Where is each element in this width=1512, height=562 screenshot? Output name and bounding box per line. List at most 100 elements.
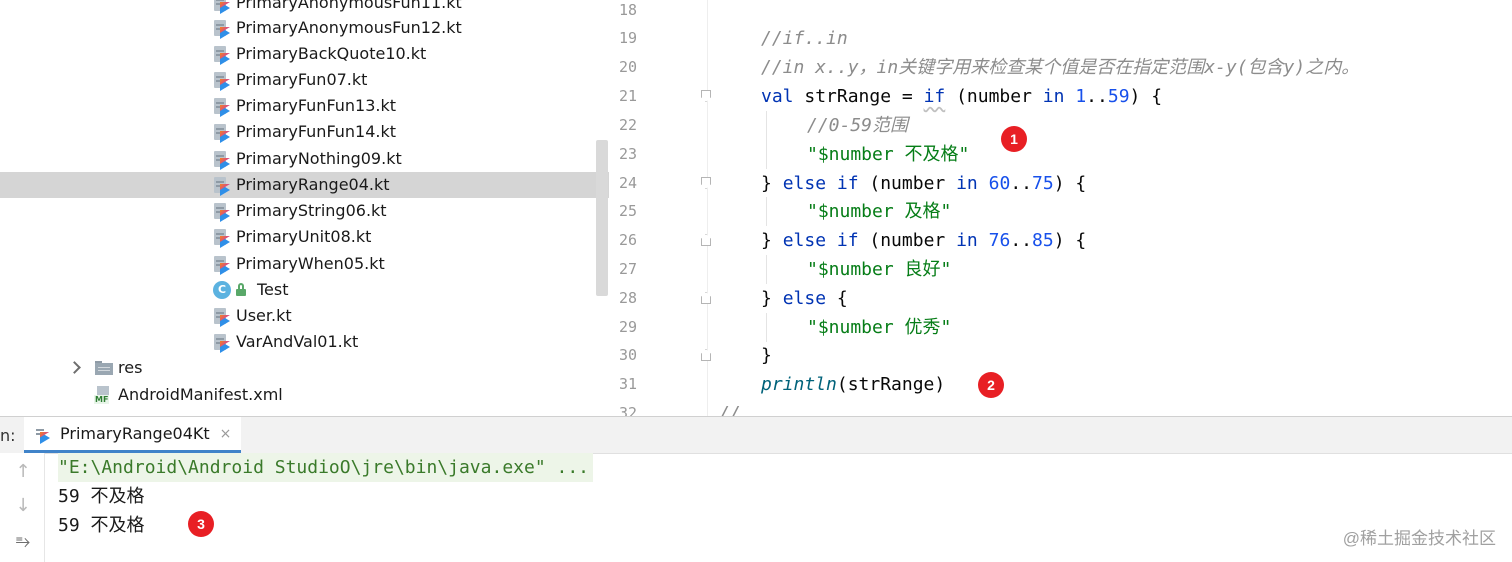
kotlin-file-icon (214, 229, 232, 248)
tree-item-test[interactable]: C Test (0, 277, 609, 303)
soft-wrap-icon[interactable]: ⥱ (10, 529, 36, 555)
tree-item-androidmanifest[interactable]: MF AndroidManifest.xml (0, 382, 609, 408)
tree-item-primaryfunfun14[interactable]: PrimaryFunFun14.kt (0, 119, 609, 145)
fold-start-icon[interactable] (701, 177, 711, 189)
tree-item-primaryfunfun13[interactable]: PrimaryFunFun13.kt (0, 93, 609, 119)
indent-guide (766, 111, 767, 169)
tree-item-primarybackquote10[interactable]: PrimaryBackQuote10.kt (0, 41, 609, 67)
console-output-line: 59 不及格 (58, 486, 145, 507)
code-line-30: } (761, 345, 772, 366)
class-icon: C (213, 281, 231, 299)
tree-item-label: PrimaryUnit08.kt (236, 227, 372, 246)
tree-item-label: PrimaryString06.kt (236, 201, 387, 220)
kotlin-run-icon (34, 425, 52, 444)
kotlin-file-icon (214, 256, 232, 275)
tree-item-label: VarAndVal01.kt (236, 332, 359, 351)
code-editor[interactable]: 18 19 20 21 22 23 24 25 26 27 28 29 30 3… (609, 0, 1512, 416)
kotlin-file-icon (214, 46, 232, 65)
code-line-28: } else { (761, 288, 848, 309)
tree-item-label: PrimaryBackQuote10.kt (236, 44, 427, 63)
code-line-21: val strRange = if (number in 1..59) { (761, 86, 1163, 107)
line-number: 20 (618, 58, 637, 76)
line-number: 28 (618, 289, 637, 307)
tree-item-label: PrimaryWhen05.kt (236, 254, 385, 273)
tree-item-varandval01[interactable]: VarAndVal01.kt (0, 329, 609, 355)
tree-item-primarywhen05[interactable]: PrimaryWhen05.kt (0, 251, 609, 277)
code-line-19: //if..in (761, 28, 848, 49)
line-number: 32 (618, 404, 637, 416)
line-number: 26 (618, 231, 637, 249)
line-number: 24 (618, 174, 637, 192)
arrow-up-icon[interactable]: ↑ (10, 459, 36, 485)
tree-item-label: PrimaryFunFun14.kt (236, 122, 397, 141)
kotlin-file-icon (214, 124, 232, 143)
code-line-23: "$number 不及格" (807, 144, 970, 165)
kotlin-file-icon (214, 151, 232, 170)
console-output-line: 59 不及格 (58, 515, 145, 536)
kotlin-file-icon (214, 203, 232, 222)
tree-item-primaryrange04[interactable]: PrimaryRange04.kt (0, 172, 609, 198)
fold-end-icon[interactable] (701, 349, 711, 361)
arrow-down-icon[interactable]: ↓ (10, 493, 36, 519)
kotlin-file-icon (214, 308, 232, 327)
tree-item-label: AndroidManifest.xml (118, 385, 283, 404)
line-number: 18 (618, 1, 637, 19)
line-number: 21 (618, 87, 637, 105)
tree-item-label: PrimaryRange04.kt (236, 175, 390, 194)
indent-guide (766, 255, 767, 284)
tree-item-user[interactable]: User.kt (0, 303, 609, 329)
line-number: 30 (618, 346, 637, 364)
fold-end-icon[interactable] (701, 234, 711, 246)
run-tab-label: PrimaryRange04Kt (60, 424, 210, 443)
tree-item-primaryanonymousfun11[interactable]: PrimaryAnonymousFun11.kt (0, 0, 609, 16)
kotlin-file-icon (214, 334, 232, 353)
folder-icon (95, 361, 113, 375)
console-command-line: "E:\Android\Android StudioO\jre\bin\java… (58, 453, 594, 482)
line-number-gutter: 18 19 20 21 22 23 24 25 26 27 28 29 30 3… (609, 0, 708, 416)
line-number: 31 (618, 375, 637, 393)
tree-item-primaryunit08[interactable]: PrimaryUnit08.kt (0, 224, 609, 250)
kotlin-file-icon (214, 98, 232, 117)
code-line-22: //0-59范围 (807, 115, 909, 136)
line-number: 23 (618, 145, 637, 163)
lock-icon (235, 283, 249, 297)
tree-item-label: Test (257, 280, 289, 299)
annotation-badge-1: 1 (1001, 126, 1027, 152)
annotation-badge-2: 2 (978, 372, 1004, 398)
close-icon[interactable]: × (220, 426, 232, 442)
code-line-26: } else if (number in 76..85) { (761, 230, 1087, 251)
indent-guide (766, 313, 767, 342)
run-tab-bar: n: PrimaryRange04Kt × (0, 417, 1512, 454)
tree-item-primarynothing09[interactable]: PrimaryNothing09.kt (0, 146, 609, 172)
tree-item-label: res (118, 358, 143, 377)
manifest-file-icon: MF (94, 386, 112, 404)
tree-item-label: PrimaryNothing09.kt (236, 149, 402, 168)
fold-start-icon[interactable] (701, 90, 711, 102)
code-line-32: // (719, 403, 741, 416)
kotlin-file-icon (214, 20, 232, 39)
tree-item-res[interactable]: res (0, 355, 609, 381)
indent-guide (766, 197, 767, 226)
tree-item-primaryanonymousfun12[interactable]: PrimaryAnonymousFun12.kt (0, 15, 609, 41)
tree-item-label: PrimaryAnonymousFun11.kt (236, 0, 462, 12)
line-number: 29 (618, 318, 637, 336)
tree-item-label: PrimaryFunFun13.kt (236, 96, 397, 115)
annotation-badge-3: 3 (188, 511, 214, 537)
tree-item-primarystring06[interactable]: PrimaryString06.kt (0, 198, 609, 224)
run-toolbar: ↑ ↓ ⥱ (0, 453, 45, 562)
run-tab[interactable]: PrimaryRange04Kt × (24, 417, 242, 453)
code-line-25: "$number 及格" (807, 201, 952, 222)
tree-item-primaryfun07[interactable]: PrimaryFun07.kt (0, 67, 609, 93)
line-number: 19 (618, 29, 637, 47)
code-line-20: //in x..y，in关键字用来检查某个值是否在指定范围x-y(包含y)之内。 (761, 57, 1360, 78)
line-number: 27 (618, 260, 637, 278)
fold-end-icon[interactable] (701, 292, 711, 304)
chevron-right-icon[interactable] (68, 361, 81, 374)
code-line-24: } else if (number in 60..75) { (761, 173, 1087, 194)
tree-item-label: User.kt (236, 306, 292, 325)
tree-item-label: PrimaryAnonymousFun12.kt (236, 18, 462, 37)
line-number: 22 (618, 116, 637, 134)
kotlin-file-icon (214, 177, 232, 196)
tree-item-label: PrimaryFun07.kt (236, 70, 368, 89)
tree-scrollbar[interactable] (596, 140, 608, 296)
